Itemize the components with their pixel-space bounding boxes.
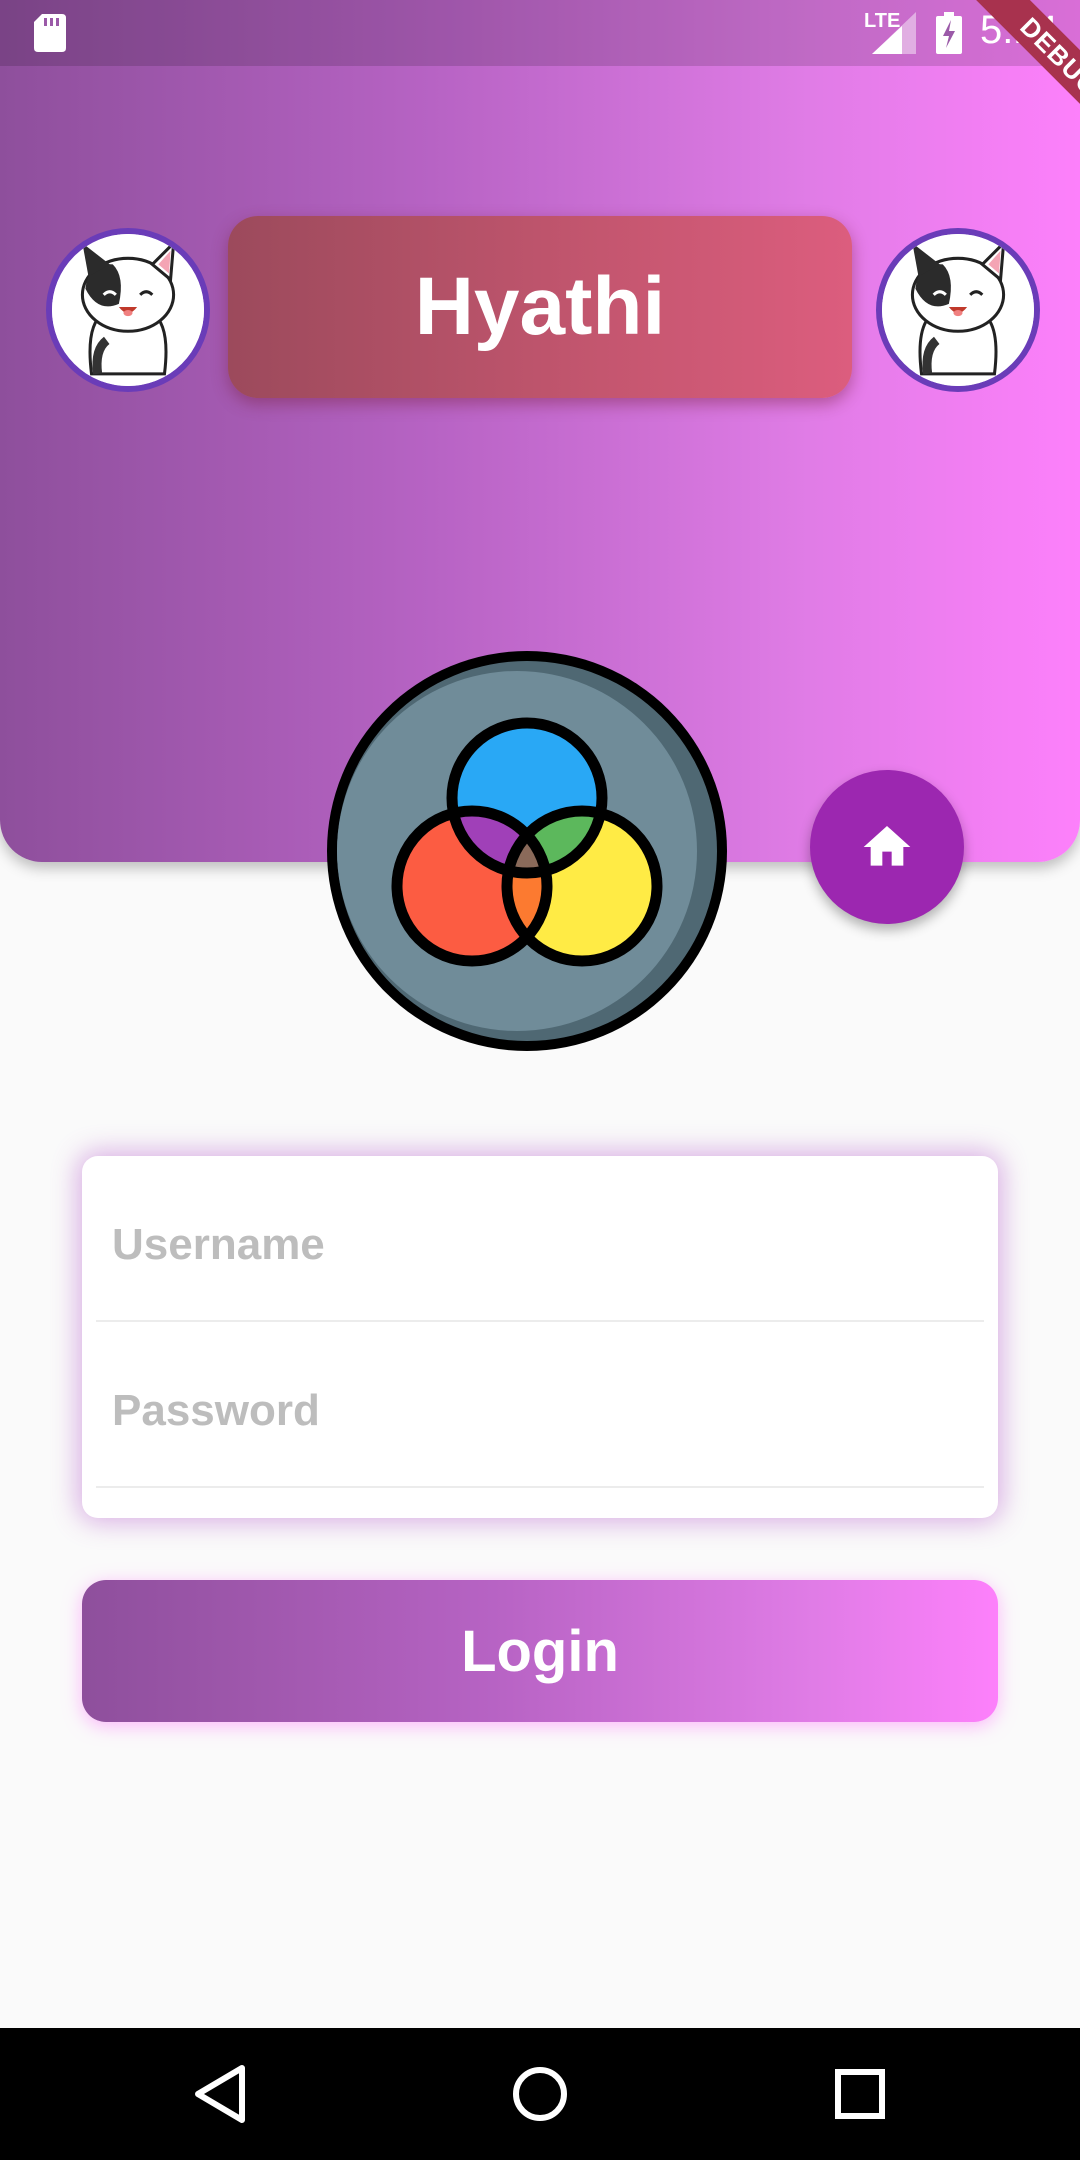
app-title: Hyathi <box>414 261 666 352</box>
system-nav-bar <box>0 2028 1080 2160</box>
cat-avatar-icon <box>882 234 1034 386</box>
debug-label: DEBUG <box>961 0 1080 156</box>
left-avatar[interactable] <box>46 228 210 392</box>
home-circle-icon[interactable] <box>504 2058 576 2130</box>
username-input[interactable] <box>112 1220 972 1270</box>
home-icon <box>863 826 911 866</box>
sd-card-icon <box>34 14 66 52</box>
login-button[interactable]: Login <box>82 1580 998 1722</box>
back-icon[interactable] <box>186 2058 258 2130</box>
right-avatar[interactable] <box>876 228 1040 392</box>
color-circles-logo-icon <box>327 651 727 1051</box>
title-card: Hyathi <box>228 216 852 398</box>
username-field <box>96 1156 984 1322</box>
debug-banner: DEBUG <box>900 0 1080 180</box>
cat-avatar-icon <box>52 234 204 386</box>
password-field <box>96 1322 984 1488</box>
login-form-card <box>82 1156 998 1518</box>
password-input[interactable] <box>112 1386 972 1436</box>
login-button-label: Login <box>461 1618 619 1684</box>
recents-icon[interactable] <box>824 2058 896 2130</box>
home-fab-button[interactable] <box>810 770 964 924</box>
